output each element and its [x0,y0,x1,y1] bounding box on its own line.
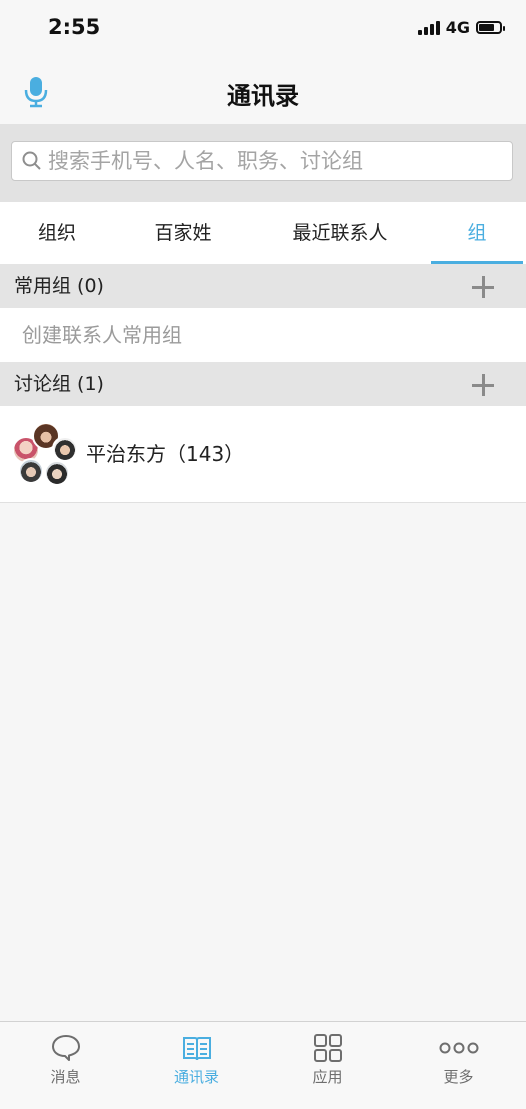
apps-grid-icon [313,1034,342,1062]
tabbar-contacts-label: 通讯录 [173,1068,219,1086]
page-title: 通讯录 [227,82,299,110]
tab-groups[interactable]: 组 [431,202,523,264]
discussion-groups-label: 讨论组 (1) [14,373,104,395]
home-indicator-area [0,1091,526,1109]
common-groups-label: 常用组 (0) [14,275,104,297]
navigation-bar: 通讯录 [0,56,526,125]
contacts-book-icon [182,1037,211,1061]
search-area [0,124,526,202]
bottom-tab-bar: 消息 通讯录 应用 更多 [0,1021,526,1092]
status-bar: 2:55 4G [0,0,526,56]
tabbar-messages[interactable]: 消息 [0,1022,131,1092]
tabbar-contacts[interactable]: 通讯录 [131,1022,262,1092]
tab-recent-contacts[interactable]: 最近联系人 [272,202,408,264]
network-type: 4G [445,18,470,37]
create-common-group-row[interactable]: 创建联系人常用组 [0,308,526,362]
status-time: 2:55 [48,15,101,39]
group-avatar [12,422,78,486]
signal-icon [417,20,440,35]
tab-organization[interactable]: 组织 [10,202,104,264]
more-dots-icon [439,1042,478,1054]
search-icon [22,151,41,170]
add-common-group-icon[interactable] [472,276,494,298]
create-common-group-text: 创建联系人常用组 [22,323,182,347]
tab-surnames[interactable]: 百家姓 [133,202,233,264]
tabbar-apps[interactable]: 应用 [262,1022,393,1092]
battery-icon [476,21,505,34]
discussion-groups-header: 讨论组 (1) [0,362,526,406]
tabbar-more-label: 更多 [443,1068,474,1086]
tabbar-apps-label: 应用 [312,1068,343,1086]
tabbar-more[interactable]: 更多 [393,1022,524,1092]
status-indicators: 4G [417,18,505,37]
list-item[interactable]: 平治东方（143） [0,406,526,503]
contact-tabs: 组织 百家姓 最近联系人 组 [0,202,526,265]
add-discussion-group-icon[interactable] [472,374,494,396]
tabbar-messages-label: 消息 [50,1068,81,1086]
group-name: 平治东方（143） [86,442,245,466]
search-input[interactable] [46,148,490,174]
chat-bubble-icon [51,1035,80,1061]
common-groups-header: 常用组 (0) [0,264,526,308]
search-box[interactable] [11,141,513,181]
